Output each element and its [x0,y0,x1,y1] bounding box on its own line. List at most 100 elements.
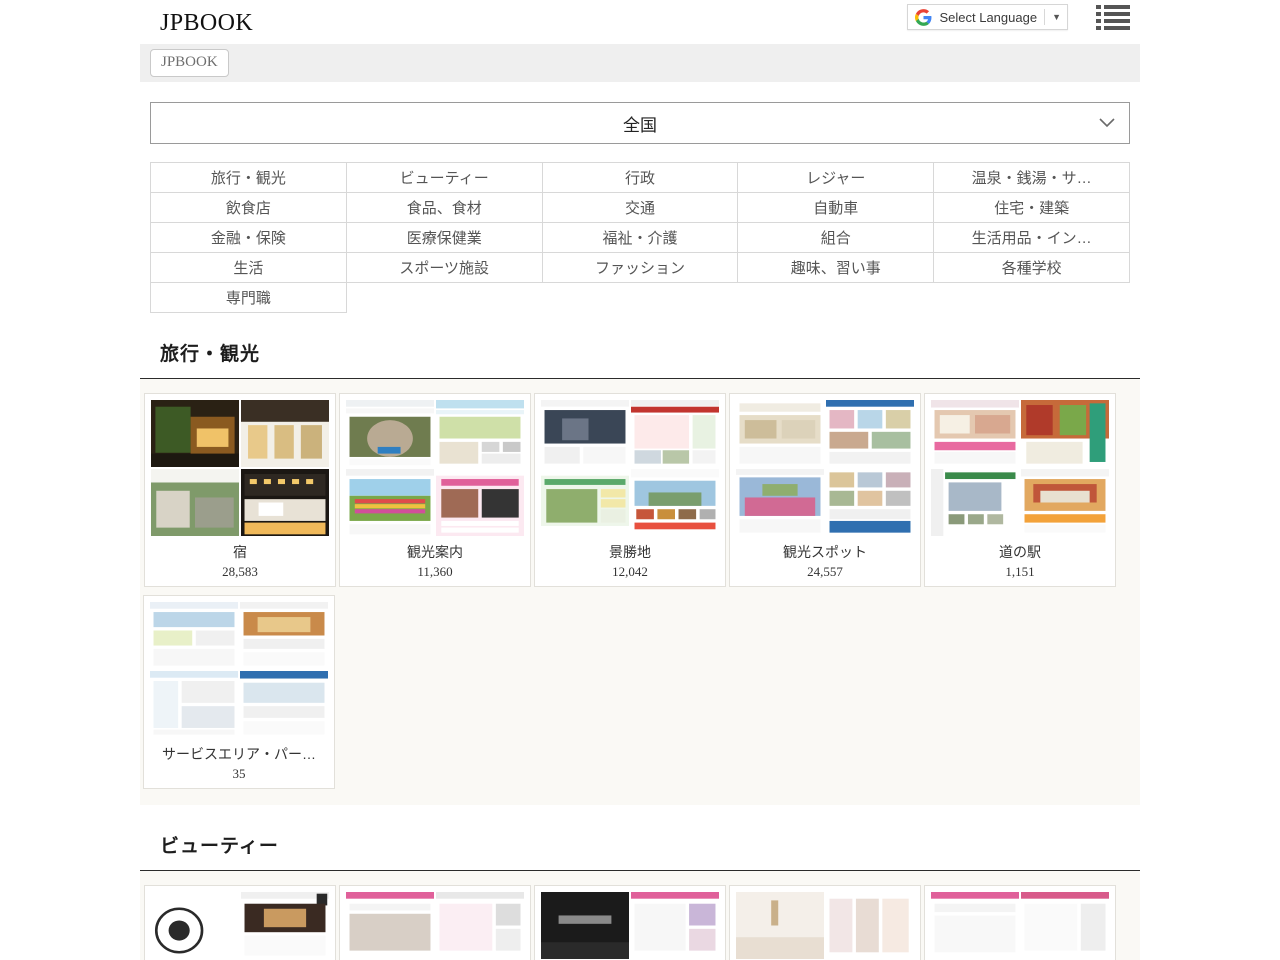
list-item[interactable]: サービスエリア・パー… 35 [143,595,335,789]
thumbnail-image [240,671,328,738]
category-cell[interactable]: ファッション [542,253,738,283]
category-table-body: 旅行・観光 ビューティー 行政 レジャー 温泉・銭湯・サ… 飲食店 食品、食材 … [151,163,1130,313]
thumbnail-image [541,469,629,536]
thumbnail-image [1021,400,1109,467]
header-right-tools: Select Language ▼ [907,4,1130,30]
list-item[interactable]: 道の駅 1,151 [924,393,1116,587]
category-cell[interactable]: 食品、食材 [346,193,542,223]
category-cell-empty [542,283,738,313]
thumbnail-image [1021,892,1109,959]
card-label: 宿 [151,536,329,562]
chevron-down-icon [1099,118,1115,128]
category-cell[interactable]: 趣味、習い事 [738,253,934,283]
thumbnail-image [241,400,329,467]
thumbnail-image [931,469,1019,536]
translate-label: Select Language [939,10,1037,25]
card-thumbnail-grid [541,400,719,536]
category-cell-empty [934,283,1130,313]
category-cell[interactable]: 交通 [542,193,738,223]
card-count: 24,557 [736,562,914,582]
card-count: 28,583 [151,562,329,582]
thumbnail-image [826,400,914,467]
card-thumbnail-grid [931,400,1109,536]
category-cell[interactable]: レジャー [738,163,934,193]
thumbnail-image [346,892,434,959]
list-item[interactable]: 宿 28,583 [144,393,336,587]
category-table: 旅行・観光 ビューティー 行政 レジャー 温泉・銭湯・サ… 飲食店 食品、食材 … [150,162,1130,313]
page-root: JPBOOK Select Language ▼ [0,0,1280,960]
thumbnail-image [1021,469,1109,536]
list-item[interactable] [339,885,531,960]
list-item[interactable]: 景勝地 12,042 [534,393,726,587]
section-title: 旅行・観光 [160,339,1140,366]
category-cell[interactable]: 生活 [151,253,347,283]
list-item[interactable]: 観光スポット 24,557 [729,393,921,587]
table-row: 金融・保険 医療保健業 福祉・介護 組合 生活用品・イン… [151,223,1130,253]
list-item[interactable]: 観光案内 11,360 [339,393,531,587]
thumbnail-image [541,892,629,959]
table-row: 生活 スポーツ施設 ファッション 趣味、習い事 各種学校 [151,253,1130,283]
card-thumbnail-grid [150,602,328,738]
category-cell[interactable]: 専門職 [151,283,347,313]
breadcrumb-item-jpbook[interactable]: JPBOOK [150,49,229,77]
section-header: 旅行・観光 [140,313,1140,379]
table-row: 専門職 [151,283,1130,313]
card-thumbnail-grid [151,400,329,536]
category-cell[interactable]: 温泉・銭湯・サ… [934,163,1130,193]
category-cell[interactable]: 組合 [738,223,934,253]
list-item[interactable] [924,885,1116,960]
site-header: JPBOOK Select Language ▼ [0,0,1280,44]
thumbnail-image [240,602,328,669]
section-header: ビューティー [140,805,1140,871]
thumbnail-image [826,892,914,959]
card-thumbnail-grid [736,892,914,960]
category-cell[interactable]: 各種学校 [934,253,1130,283]
thumbnail-image [150,602,238,669]
thumbnail-image [436,892,524,959]
category-cell[interactable]: 福祉・介護 [542,223,738,253]
card-thumbnail-grid [151,892,329,960]
thumbnail-image [736,892,824,959]
thumbnail-image [541,400,629,467]
region-select[interactable]: 全国 [150,102,1130,144]
card-count: 35 [150,764,328,784]
category-cell[interactable]: 住宅・建築 [934,193,1130,223]
thumbnail-image [151,400,239,467]
category-cell[interactable]: 旅行・観光 [151,163,347,193]
section-title: ビューティー [160,831,1140,858]
card-label: 景勝地 [541,536,719,562]
category-cell[interactable]: 生活用品・イン… [934,223,1130,253]
category-cell[interactable]: 医療保健業 [346,223,542,253]
list-item[interactable] [144,885,336,960]
breadcrumb: JPBOOK [140,44,1140,82]
card-label: 観光案内 [346,536,524,562]
category-cell[interactable]: 自動車 [738,193,934,223]
section-card-grid: 宿 28,583 観光案内 11,360 [140,379,1140,805]
list-menu-icon[interactable] [1096,4,1130,30]
card-label: サービスエリア・パー… [150,738,328,764]
thumbnail-image [931,892,1019,959]
thumbnail-image [736,400,824,467]
category-cell[interactable]: 飲食店 [151,193,347,223]
card-label: 観光スポット [736,536,914,562]
category-cell[interactable]: ビューティー [346,163,542,193]
thumbnail-image [241,469,329,536]
google-translate-widget[interactable]: Select Language ▼ [907,4,1068,30]
chevron-down-icon[interactable]: ▼ [1052,12,1061,22]
site-brand[interactable]: JPBOOK [160,11,253,35]
thumbnail-image [151,892,239,959]
card-thumbnail-grid [736,400,914,536]
category-cell[interactable]: 金融・保険 [151,223,347,253]
row-spacer [140,587,1140,595]
list-item[interactable] [534,885,726,960]
card-thumbnail-grid [346,400,524,536]
category-cell[interactable]: スポーツ施設 [346,253,542,283]
list-item[interactable] [729,885,921,960]
thumbnail-image [736,469,824,536]
category-cell[interactable]: 行政 [542,163,738,193]
google-g-icon [915,9,932,26]
table-row: 飲食店 食品、食材 交通 自動車 住宅・建築 [151,193,1130,223]
section-card-grid [140,871,1140,960]
card-thumbnail-grid [931,892,1109,960]
thumbnail-image [436,400,524,467]
